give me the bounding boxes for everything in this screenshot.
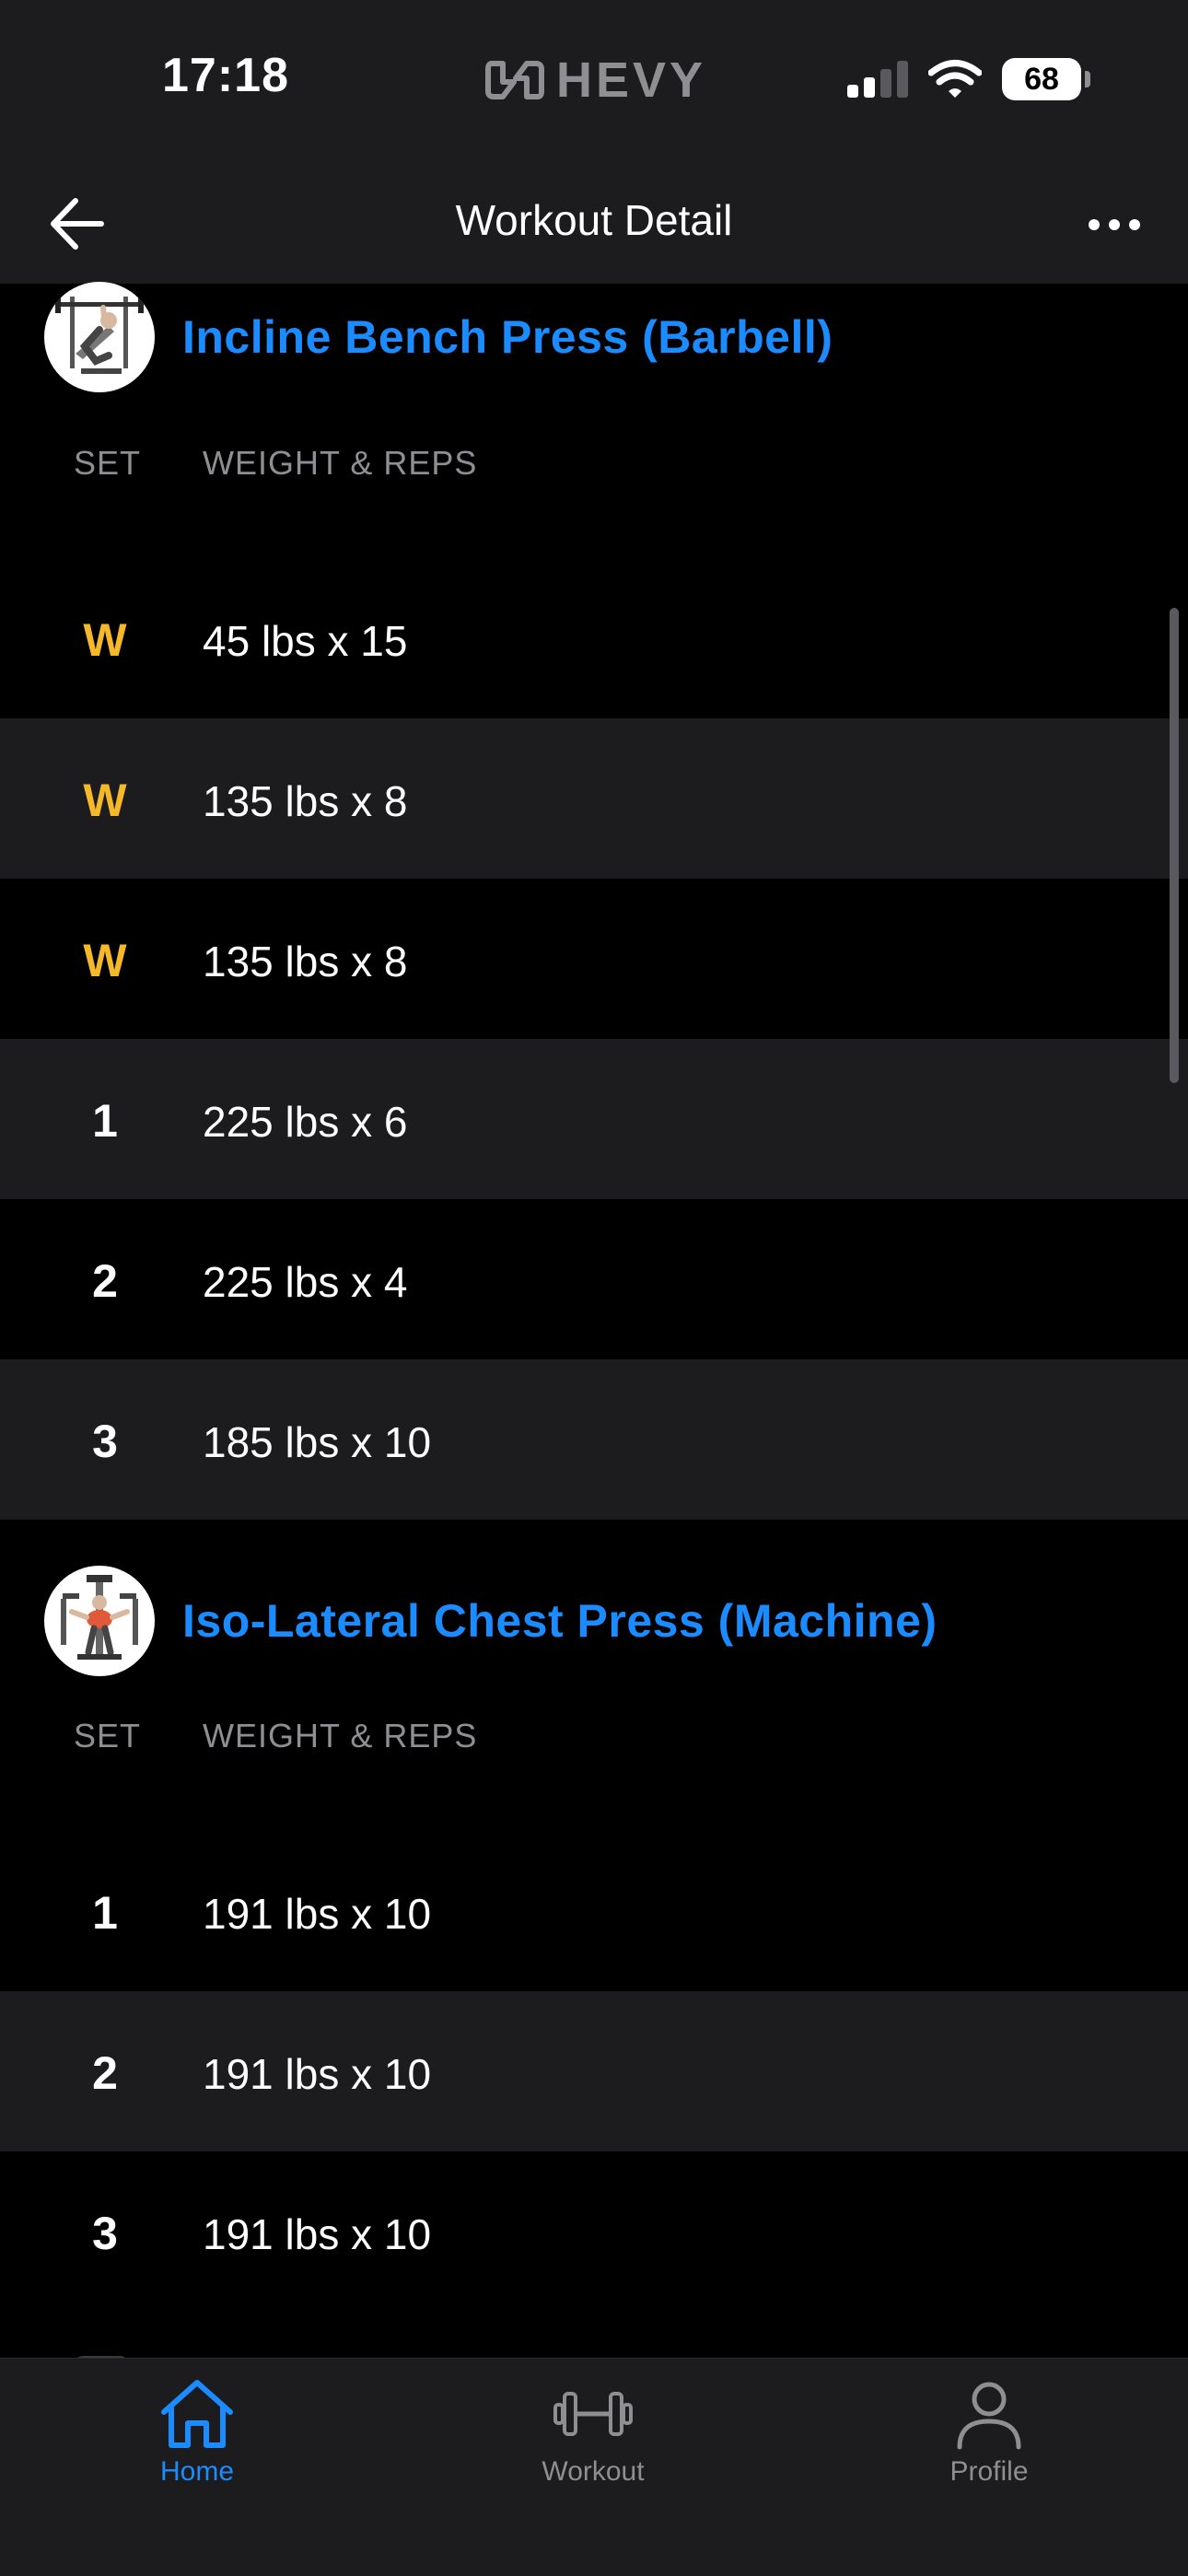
set-row: W 135 lbs x 8 [0, 718, 1188, 879]
exercise-section: Incline Bench Press (Barbell) SET WEIGHT… [0, 282, 1188, 1520]
set-row: 3 185 lbs x 10 [0, 1359, 1188, 1520]
tab-home[interactable]: Home [87, 2377, 308, 2506]
dumbbell-icon [552, 2377, 635, 2451]
set-number: W [83, 775, 127, 826]
tab-label: Workout [542, 2456, 645, 2487]
exercise-thumbnail [44, 1566, 155, 1676]
exercise-header[interactable]: Iso-Lateral Chest Press (Machine) [0, 1556, 1188, 1685]
set-row: 2 225 lbs x 4 [0, 1199, 1188, 1359]
sets-list: W 45 lbs x 15 W 135 lbs x 8 W 135 lbs x … [0, 558, 1188, 1520]
set-number: 1 [92, 1887, 118, 1939]
set-row: W 45 lbs x 15 [0, 558, 1188, 718]
exercise-section: Iso-Lateral Chest Press (Machine) SET WE… [0, 1556, 1188, 2259]
scrollbar[interactable] [1170, 608, 1179, 1083]
status-time: 17:18 [162, 49, 289, 102]
hevy-logo-icon [485, 61, 544, 99]
set-weight-reps: 191 lbs x 10 [203, 2050, 432, 2098]
exercise-thumbnail [44, 282, 155, 392]
weight-reps-column-label: WEIGHT & REPS [203, 1717, 478, 1754]
set-number: W [83, 935, 127, 986]
exercise-header[interactable]: Incline Bench Press (Barbell) [0, 273, 1188, 402]
set-row: 1 225 lbs x 6 [0, 1039, 1188, 1199]
sets-column-header: SET WEIGHT & REPS [0, 1689, 1188, 1790]
chest-press-machine-illustration [61, 1575, 138, 1660]
set-number: W [83, 614, 127, 666]
set-column-label: SET [74, 444, 142, 482]
exercise-name[interactable]: Iso-Lateral Chest Press (Machine) [182, 1594, 938, 1648]
incline-bench-press-illustration [55, 295, 144, 374]
cellular-signal-icon [847, 61, 908, 98]
tab-workout[interactable]: Workout [483, 2377, 704, 2506]
set-row: W 135 lbs x 8 [0, 879, 1188, 1039]
home-icon [156, 2377, 239, 2451]
set-weight-reps: 225 lbs x 4 [203, 1258, 408, 1306]
set-row: 2 191 lbs x 10 [0, 1991, 1188, 2151]
tab-profile[interactable]: Profile [879, 2377, 1100, 2506]
tab-label: Home [159, 2456, 235, 2487]
wifi-icon [928, 60, 982, 98]
set-weight-reps: 45 lbs x 15 [203, 617, 408, 665]
set-number: 2 [92, 2047, 118, 2099]
set-number: 1 [92, 1095, 118, 1147]
sets-list: 1 191 lbs x 10 2 191 lbs x 10 3 191 lbs … [0, 1831, 1188, 2312]
person-icon [948, 2377, 1031, 2451]
set-number: 3 [92, 1416, 118, 1467]
battery-indicator: 68 [1002, 58, 1090, 100]
set-number: 3 [92, 2208, 118, 2259]
set-weight-reps: 135 lbs x 8 [203, 777, 408, 825]
set-row: 1 191 lbs x 10 [0, 1831, 1188, 1991]
top-bar: 17:18 HEVY 68 Workout Detail [0, 0, 1188, 284]
brand-logo: HEVY [484, 48, 706, 112]
set-row: 3 191 lbs x 10 [0, 2151, 1188, 2312]
page-title: Workout Detail [455, 196, 733, 244]
set-number: 2 [92, 1255, 118, 1307]
tab-bar: Home Workout Profile [0, 2358, 1188, 2576]
exercise-name[interactable]: Incline Bench Press (Barbell) [182, 310, 833, 364]
set-column-label: SET [74, 1717, 142, 1754]
set-weight-reps: 185 lbs x 10 [203, 1418, 432, 1466]
sets-column-header: SET WEIGHT & REPS [0, 416, 1188, 518]
set-weight-reps: 191 lbs x 10 [203, 2210, 432, 2258]
set-weight-reps: 225 lbs x 6 [203, 1098, 408, 1146]
set-weight-reps: 191 lbs x 10 [203, 1890, 432, 1938]
set-weight-reps: 135 lbs x 8 [203, 938, 408, 985]
status-indicators: 68 [847, 53, 1090, 105]
tab-label: Profile [949, 2456, 1029, 2487]
brand-name: HEVY [556, 52, 707, 108]
weight-reps-column-label: WEIGHT & REPS [203, 444, 478, 482]
more-horizontal-icon[interactable] [1087, 208, 1142, 241]
